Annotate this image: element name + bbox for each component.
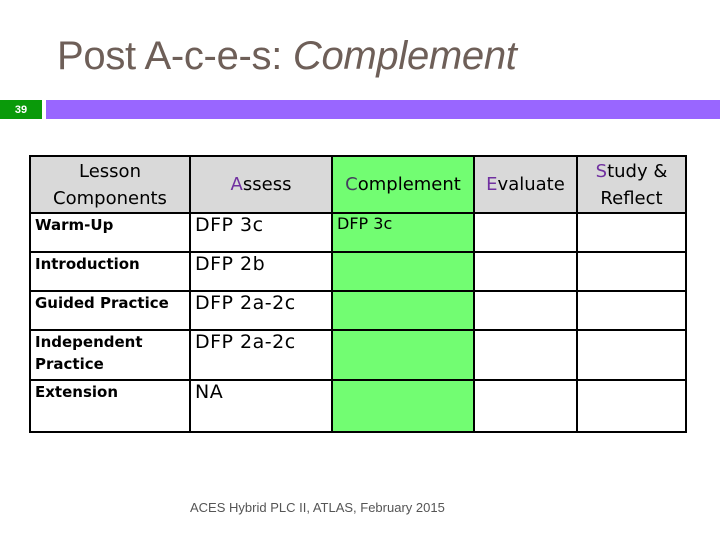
cell-component: Independent Practice: [29, 329, 191, 381]
header-initial: E: [486, 174, 498, 195]
header-complement: Complement: [331, 155, 475, 214]
title-italic: Complement: [292, 34, 517, 78]
header-initial: S: [595, 160, 608, 182]
cell-study-reflect: [576, 212, 687, 253]
cell-evaluate: [473, 379, 578, 433]
cell-assess: DFP 2b: [189, 251, 333, 292]
cell-component: Introduction: [29, 251, 191, 292]
cell-complement: DFP 3c: [331, 212, 475, 253]
accent-bar: [46, 100, 720, 119]
slide-title: Post A-c-e-s: Complement: [57, 34, 517, 79]
cell-complement: [331, 329, 475, 381]
title-plain: Post A-c-e-s:: [57, 34, 293, 78]
header-rest: ssess: [242, 174, 292, 195]
cell-evaluate: [473, 329, 578, 381]
cell-study-reflect: [576, 251, 687, 292]
table-row: Warm-Up DFP 3c DFP 3c: [29, 212, 687, 253]
cell-complement: [331, 290, 475, 331]
header-rest: valuate: [497, 174, 565, 195]
header-rest: omplement: [357, 174, 461, 195]
header-study-reflect: Study & Reflect: [576, 155, 687, 214]
table-row: Independent Practice DFP 2a-2c: [29, 329, 687, 381]
header-row: Lesson Components Assess Complement Eval…: [29, 155, 687, 214]
cell-assess: DFP 2a-2c: [189, 290, 333, 331]
slide-number: 39: [0, 100, 42, 119]
cell-evaluate: [473, 251, 578, 292]
table-row: Extension NA: [29, 379, 687, 433]
header-rest: tudy & Reflect: [600, 160, 668, 209]
cell-component: Warm-Up: [29, 212, 191, 253]
header-assess: Assess: [189, 155, 333, 214]
cell-complement: [331, 379, 475, 433]
header-evaluate: Evaluate: [473, 155, 578, 214]
aces-table: Lesson Components Assess Complement Eval…: [29, 155, 687, 433]
cell-study-reflect: [576, 329, 687, 381]
header-initial: C: [345, 174, 358, 195]
header-initial: A: [230, 174, 243, 195]
cell-complement: [331, 251, 475, 292]
cell-component: Guided Practice: [29, 290, 191, 331]
header-lesson-components: Lesson Components: [29, 155, 191, 214]
cell-evaluate: [473, 290, 578, 331]
cell-assess: NA: [189, 379, 333, 433]
cell-assess: DFP 3c: [189, 212, 333, 253]
cell-component: Extension: [29, 379, 191, 433]
cell-evaluate: [473, 212, 578, 253]
cell-study-reflect: [576, 290, 687, 331]
table-row: Introduction DFP 2b: [29, 251, 687, 292]
cell-study-reflect: [576, 379, 687, 433]
cell-assess: DFP 2a-2c: [189, 329, 333, 381]
slide-footer: ACES Hybrid PLC II, ATLAS, February 2015: [190, 500, 445, 515]
table-row: Guided Practice DFP 2a-2c: [29, 290, 687, 331]
